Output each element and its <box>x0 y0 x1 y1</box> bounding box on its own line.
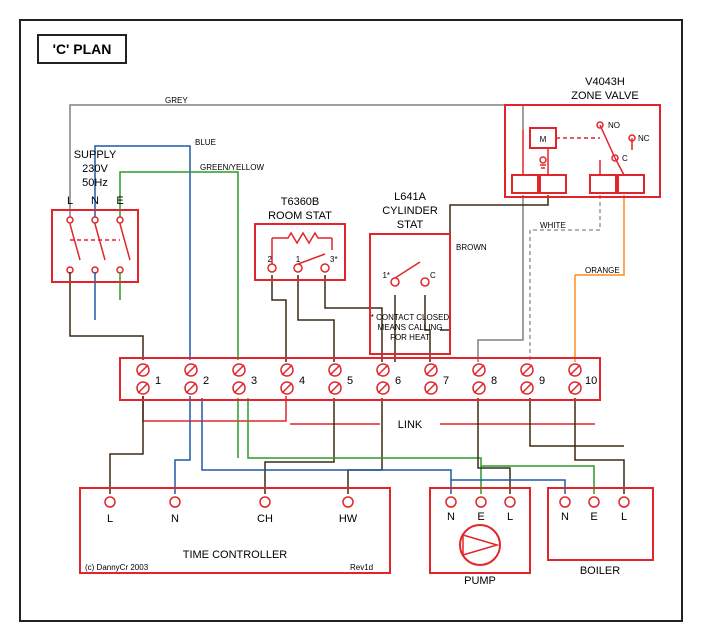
time-copyright: (c) DannyCr 2003 <box>85 563 149 572</box>
valve-m: M <box>540 135 547 144</box>
valve-label: ZONE VALVE <box>571 90 638 102</box>
boiler-pin-L: L <box>621 511 627 523</box>
cylstat-label1: CYLINDER <box>382 205 438 217</box>
supply-label: SUPPLY <box>74 149 117 161</box>
wiring-diagram: 'C' PLAN GREY BLUE GREEN/YELLOW BROWN WH… <box>0 0 702 641</box>
jt-10: 10 <box>585 375 597 387</box>
pump-pin-L: L <box>507 511 513 523</box>
roomstat-model: T6360B <box>281 196 320 208</box>
valve-nc: NC <box>638 134 650 143</box>
cylstat-pin-C: C <box>430 271 436 280</box>
jt-7: 7 <box>443 375 449 387</box>
link-label: LINK <box>398 419 423 431</box>
wire-label-gy: GREEN/YELLOW <box>200 163 264 172</box>
time-pin-N: N <box>171 513 179 525</box>
cylstat-note2: MEANS CALLING <box>378 323 443 332</box>
cylstat-pin-1: 1* <box>382 271 390 280</box>
supply-pin-N: N <box>91 195 99 207</box>
pump-pin-N: N <box>447 511 455 523</box>
roomstat-label: ROOM STAT <box>268 210 332 222</box>
time-rev: Rev1d <box>350 563 373 572</box>
title: 'C' PLAN <box>53 41 112 57</box>
time-pin-CH: CH <box>257 513 273 525</box>
jt-5: 5 <box>347 375 353 387</box>
jt-8: 8 <box>491 375 497 387</box>
wire-label-white: WHITE <box>540 221 566 230</box>
valve-model: V4043H <box>585 76 625 88</box>
boiler-pin-E: E <box>590 511 597 523</box>
wire-label-brown: BROWN <box>456 243 487 252</box>
supply-pin-L: L <box>67 195 73 207</box>
jt-3: 3 <box>251 375 257 387</box>
time-label: TIME CONTROLLER <box>183 549 288 561</box>
boiler-pin-N: N <box>561 511 569 523</box>
valve-no: NO <box>608 121 620 130</box>
boiler-label: BOILER <box>580 565 620 577</box>
cylstat-label2: STAT <box>397 219 424 231</box>
wire-label-blue: BLUE <box>195 138 216 147</box>
jt-4: 4 <box>299 375 305 387</box>
roomstat-pin-3: 3* <box>330 255 338 264</box>
cylstat-model: L641A <box>394 191 426 203</box>
roomstat-pin-2: 2 <box>268 255 273 264</box>
jt-1: 1 <box>155 375 161 387</box>
junction-terminals: 1 2 3 4 5 6 7 <box>137 364 597 394</box>
wire-label-orange: ORANGE <box>585 266 620 275</box>
jt-9: 9 <box>539 375 545 387</box>
pump-pin-E: E <box>477 511 484 523</box>
roomstat-pin-1: 1 <box>296 255 301 264</box>
jt-2: 2 <box>203 375 209 387</box>
supply-pin-E: E <box>116 195 123 207</box>
cylstat-note3: FOR HEAT <box>390 333 430 342</box>
cylstat-note1: * CONTACT CLOSED <box>371 313 450 322</box>
pump-label: PUMP <box>464 575 496 587</box>
time-pin-L: L <box>107 513 113 525</box>
valve-c: C <box>622 154 628 163</box>
jt-6: 6 <box>395 375 401 387</box>
wire-label-grey: GREY <box>165 96 188 105</box>
time-pin-HW: HW <box>339 513 358 525</box>
supply-voltage: 230V <box>82 163 108 175</box>
supply-freq: 50Hz <box>82 177 108 189</box>
